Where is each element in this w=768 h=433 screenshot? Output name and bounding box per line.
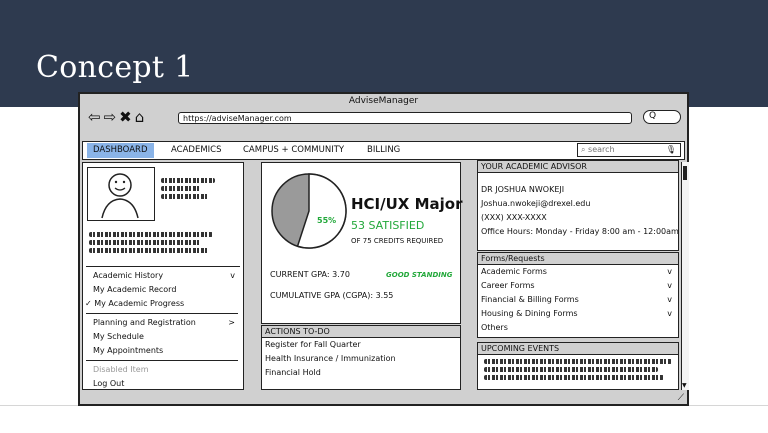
status-badge: GOOD STANDING <box>386 271 453 279</box>
credits-satisfied: 53 SATISFIED <box>351 219 425 232</box>
actions-panel: ACTIONS TO-DO Register for Fall Quarter … <box>261 325 461 390</box>
advisor-email[interactable]: Joshua.nwokeji@drexel.edu <box>478 197 678 211</box>
forms-title: Forms/Requests <box>478 253 678 265</box>
menu-divider <box>86 266 240 267</box>
search-icon: ⌕ <box>581 145 589 154</box>
url-bar[interactable]: https://adviseManager.com <box>178 112 632 124</box>
chevron-down-icon: v <box>667 281 672 290</box>
cumulative-gpa: CUMULATIVE GPA (CGPA): 3.55 <box>270 291 394 300</box>
events-title: UPCOMING EVENTS <box>478 343 678 355</box>
scrollbar-thumb[interactable] <box>683 166 687 180</box>
tab-campus-community[interactable]: CAMPUS + COMMUNITY <box>237 143 350 158</box>
microphone-icon[interactable]: 🎙 <box>666 144 676 155</box>
forms-item-others[interactable]: Others <box>478 321 678 335</box>
advisor-phone: (XXX) XXX-XXXX <box>481 213 547 222</box>
menu-divider <box>86 360 238 361</box>
chevron-down-icon: v <box>230 271 235 280</box>
events-list-placeholder <box>478 355 678 384</box>
menu-divider <box>86 313 238 314</box>
forms-item-housing[interactable]: Housing & Dining Forms v <box>478 307 678 321</box>
menu-item-academic-history[interactable]: Academic History v <box>83 269 241 283</box>
actions-title: ACTIONS TO-DO <box>262 326 460 338</box>
major-title: HCI/UX Major <box>351 195 463 213</box>
credits-required: OF 75 CREDITS REQUIRED <box>351 237 444 245</box>
resize-handle-icon[interactable]: ⟋ <box>678 393 684 403</box>
tab-dashboard[interactable]: DASHBOARD <box>87 143 154 158</box>
action-item[interactable]: Financial Hold <box>262 366 460 380</box>
user-avatar-icon <box>101 173 139 219</box>
profile-panel: Academic History v My Academic Record ✓ M… <box>82 162 244 390</box>
chevron-down-icon: v <box>667 295 672 304</box>
advisor-title: YOUR ACADEMIC ADVISOR <box>478 161 678 173</box>
menu-item-planning-registration[interactable]: Planning and Registration > <box>83 316 241 330</box>
browser-search-button[interactable]: Q <box>643 110 681 124</box>
avatar <box>87 167 155 221</box>
sidebar-menu: Academic History v My Academic Record ✓ M… <box>83 269 241 391</box>
academic-progress-panel: 55% HCI/UX Major 53 SATISFIED OF 75 CRED… <box>261 162 463 324</box>
menu-item-academic-progress[interactable]: ✓ My Academic Progress <box>83 297 241 311</box>
browser-window: AdviseManager ⇦⇨✖⌂ https://adviseManager… <box>78 92 689 406</box>
progress-percent: 55% <box>317 216 337 225</box>
main-nav-tabs: DASHBOARD ACADEMICS CAMPUS + COMMUNITY B… <box>82 141 685 160</box>
chevron-right-icon: > <box>228 318 235 327</box>
events-panel: UPCOMING EVENTS <box>477 342 679 390</box>
student-name-placeholder <box>161 175 215 202</box>
student-details-placeholder <box>89 229 213 256</box>
forward-arrow-icon[interactable]: ⇨ <box>104 108 119 126</box>
menu-item-my-appointments[interactable]: My Appointments <box>83 344 241 358</box>
tab-billing[interactable]: BILLING <box>361 143 406 158</box>
tab-academics[interactable]: ACADEMICS <box>165 143 228 158</box>
forms-item-financial[interactable]: Financial & Billing Forms v <box>478 293 678 307</box>
progress-pie-chart <box>271 173 347 249</box>
advisor-hours: Office Hours: Monday - Friday 8:00 am - … <box>481 227 679 236</box>
page-scrollbar[interactable]: ▼ <box>681 162 689 390</box>
forms-item-career[interactable]: Career Forms v <box>478 279 678 293</box>
menu-item-log-out[interactable]: Log Out <box>83 377 241 391</box>
home-icon[interactable]: ⌂ <box>135 108 147 126</box>
search-input[interactable]: ⌕ search 🎙 <box>577 143 681 157</box>
search-placeholder: search <box>588 145 615 154</box>
forms-item-academic[interactable]: Academic Forms v <box>478 265 678 279</box>
menu-item-my-schedule[interactable]: My Schedule <box>83 330 241 344</box>
back-arrow-icon[interactable]: ⇦ <box>88 108 103 126</box>
nav-controls: ⇦⇨✖⌂ <box>88 108 147 126</box>
action-item[interactable]: Health Insurance / Immunization <box>262 352 460 366</box>
action-item[interactable]: Register for Fall Quarter <box>262 338 460 352</box>
advisor-name: DR JOSHUA NWOKEJI <box>481 185 565 194</box>
window-title: AdviseManager <box>348 96 419 106</box>
slide-title: Concept 1 <box>36 50 194 85</box>
close-icon[interactable]: ✖ <box>119 108 134 126</box>
menu-item-academic-record[interactable]: My Academic Record <box>83 283 241 297</box>
chevron-down-icon: v <box>667 309 672 318</box>
scroll-down-icon[interactable]: ▼ <box>682 382 687 389</box>
advisor-panel: YOUR ACADEMIC ADVISOR DR JOSHUA NWOKEJI … <box>477 160 679 251</box>
current-gpa: CURRENT GPA: 3.70 <box>270 270 350 279</box>
forms-panel: Forms/Requests Academic Forms v Career Fo… <box>477 252 679 338</box>
chevron-down-icon: v <box>667 267 672 276</box>
check-icon: ✓ <box>85 299 95 308</box>
menu-item-disabled: Disabled Item <box>93 365 149 374</box>
